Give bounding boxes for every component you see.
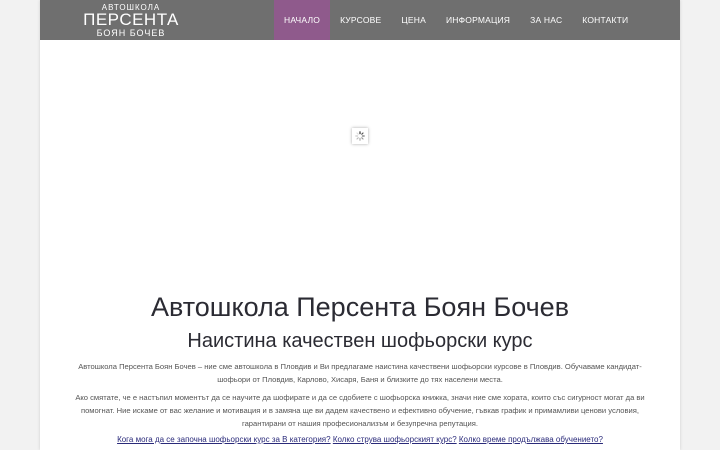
top-navbar: АВТОШКОЛА ПЕРСЕНТА БОЯН БОЧЕВ НАЧАЛО КУР… xyxy=(40,0,680,40)
nav-item-home[interactable]: НАЧАЛО xyxy=(274,0,331,40)
hero-slider xyxy=(40,40,680,280)
nav-item-information[interactable]: ИНФОРМАЦИЯ xyxy=(436,0,520,40)
site-logo[interactable]: АВТОШКОЛА ПЕРСЕНТА БОЯН БОЧЕВ xyxy=(76,3,186,38)
nav-item-courses[interactable]: КУРСОВЕ xyxy=(330,0,391,40)
page-subtitle: Наистина качествен шофьорски курс xyxy=(187,330,533,352)
nav-item-price[interactable]: ЦЕНА xyxy=(391,0,436,40)
intro-paragraph: Автошкола Персента Боян Бочев – ние сме … xyxy=(78,362,642,384)
faq-link-cost[interactable]: Колко струва шофьорският курс? xyxy=(333,435,457,444)
nav-item-about[interactable]: ЗА НАС xyxy=(520,0,572,40)
page-container: АВТОШКОЛА ПЕРСЕНТА БОЯН БОЧЕВ НАЧАЛО КУР… xyxy=(40,0,680,450)
faq-link-duration[interactable]: Колко време продължава обучението? xyxy=(459,435,603,444)
loading-indicator xyxy=(352,128,368,144)
page-title: Автошкола Персента Боян Бочев xyxy=(150,292,570,322)
logo-line-2: ПЕРСЕНТА xyxy=(83,10,179,29)
logo-line-3: БОЯН БОЧЕВ xyxy=(96,28,166,38)
main-nav: НАЧАЛО КУРСОВЕ ЦЕНА ИНФОРМАЦИЯ ЗА НАС КО… xyxy=(274,0,638,40)
nav-item-contacts[interactable]: КОНТАКТИ xyxy=(572,0,638,40)
faq-link-start[interactable]: Кога мога да се започна шофьорски курс з… xyxy=(117,435,331,444)
faq-links: Кога мога да се започна шофьорски курс з… xyxy=(40,434,680,446)
spinner-icon xyxy=(355,131,365,141)
description-paragraph: Ако смятате, че е настъпил моментът да с… xyxy=(75,393,645,428)
